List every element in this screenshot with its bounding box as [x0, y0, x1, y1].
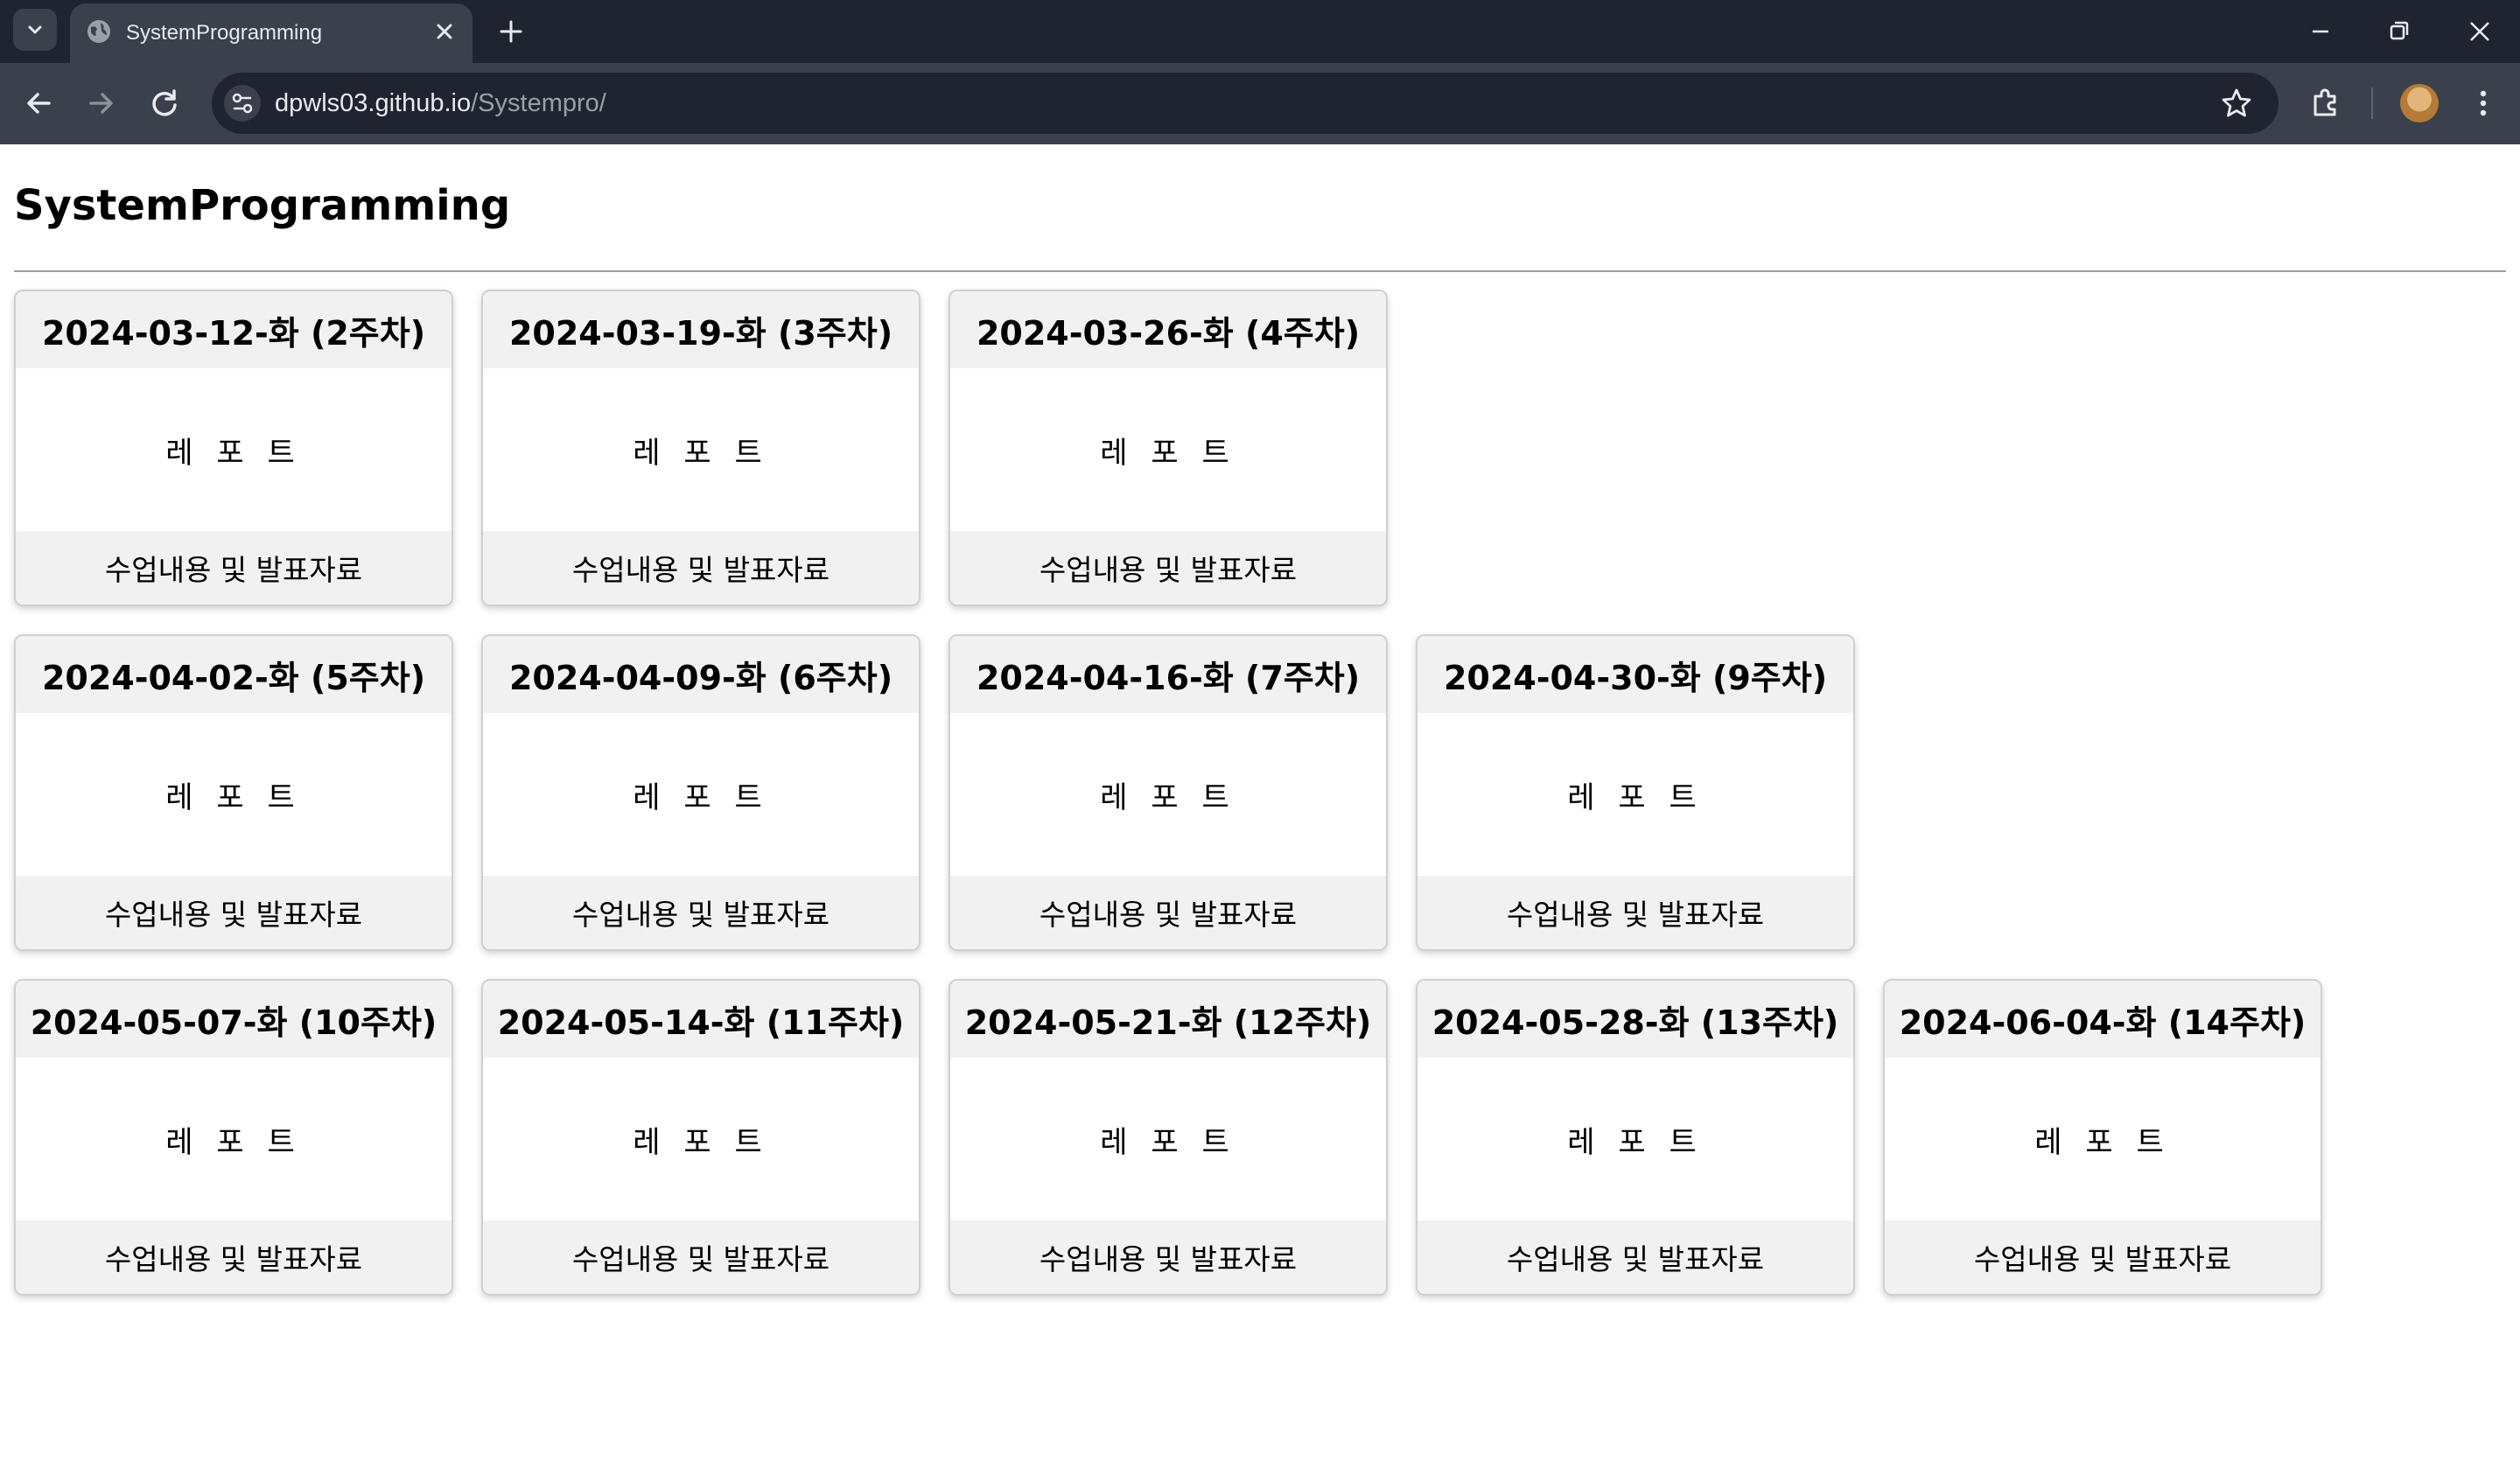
materials-link[interactable]: 수업내용 및 발표자료: [950, 876, 1386, 949]
week-card[interactable]: 2024-05-14-화 (11주차) 레 포 트 수업내용 및 발표자료: [481, 979, 920, 1296]
card-date-header: 2024-04-30-화 (9주차): [1418, 636, 1853, 713]
materials-link[interactable]: 수업내용 및 발표자료: [1418, 1220, 1853, 1294]
card-row: 2024-04-02-화 (5주차) 레 포 트 수업내용 및 발표자료 2024-0…: [14, 634, 2506, 951]
card-date-header: 2024-04-09-화 (6주차): [483, 636, 919, 713]
week-card[interactable]: 2024-05-21-화 (12주차) 레 포 트 수업내용 및 발표자료: [948, 979, 1388, 1296]
tab-strip: SystemProgramming: [0, 0, 2520, 65]
card-date-header: 2024-05-28-화 (13주차): [1418, 981, 1853, 1058]
materials-link[interactable]: 수업내용 및 발표자료: [16, 531, 452, 605]
card-date-header: 2024-04-02-화 (5주차): [16, 636, 452, 713]
url-text: dpwls03.github.io/Systempro/: [275, 89, 606, 118]
materials-link[interactable]: 수업내용 및 발표자료: [950, 531, 1386, 605]
week-card[interactable]: 2024-04-16-화 (7주차) 레 포 트 수업내용 및 발표자료: [948, 634, 1388, 951]
week-card[interactable]: 2024-03-19-화 (3주차) 레 포 트 수업내용 및 발표자료: [481, 290, 920, 606]
week-card[interactable]: 2024-05-28-화 (13주차) 레 포 트 수업내용 및 발표자료: [1416, 979, 1855, 1296]
week-card[interactable]: 2024-04-09-화 (6주차) 레 포 트 수업내용 및 발표자료: [481, 634, 920, 951]
card-date-header: 2024-05-07-화 (10주차): [16, 981, 452, 1058]
card-date-header: 2024-05-14-화 (11주차): [483, 981, 919, 1058]
week-card[interactable]: 2024-05-07-화 (10주차) 레 포 트 수업내용 및 발표자료: [14, 979, 453, 1296]
forward-arrow-icon[interactable]: [80, 82, 122, 124]
minimize-icon[interactable]: [2301, 12, 2340, 51]
chevron-down-icon: [28, 25, 42, 34]
url-path: /Systempro/: [471, 89, 606, 117]
new-tab-icon[interactable]: [495, 16, 527, 47]
report-link[interactable]: 레 포 트: [483, 713, 919, 876]
card-date-header: 2024-05-21-화 (12주차): [950, 981, 1386, 1058]
week-card[interactable]: 2024-04-30-화 (9주차) 레 포 트 수업내용 및 발표자료: [1416, 634, 1855, 951]
report-link[interactable]: 레 포 트: [16, 1058, 452, 1220]
report-link[interactable]: 레 포 트: [1418, 1058, 1853, 1220]
week-card[interactable]: 2024-04-02-화 (5주차) 레 포 트 수업내용 및 발표자료: [14, 634, 453, 951]
page-title: SystemProgramming: [14, 181, 511, 230]
card-date-header: 2024-04-16-화 (7주차): [950, 636, 1386, 713]
card-date-header: 2024-06-04-화 (14주차): [1885, 981, 2320, 1058]
globe-icon: [88, 20, 110, 43]
materials-link[interactable]: 수업내용 및 발표자료: [483, 1220, 919, 1294]
materials-link[interactable]: 수업내용 및 발표자료: [950, 1220, 1386, 1294]
site-info-button[interactable]: [224, 85, 261, 122]
report-link[interactable]: 레 포 트: [1418, 713, 1853, 876]
week-card[interactable]: 2024-03-26-화 (4주차) 레 포 트 수업내용 및 발표자료: [948, 290, 1388, 606]
materials-link[interactable]: 수업내용 및 발표자료: [483, 876, 919, 949]
materials-link[interactable]: 수업내용 및 발표자료: [1418, 876, 1853, 949]
close-window-icon[interactable]: [2460, 12, 2499, 51]
report-link[interactable]: 레 포 트: [483, 1058, 919, 1220]
report-link[interactable]: 레 포 트: [1885, 1058, 2320, 1220]
report-link[interactable]: 레 포 트: [950, 1058, 1386, 1220]
materials-link[interactable]: 수업내용 및 발표자료: [16, 1220, 452, 1294]
profile-avatar[interactable]: [2400, 84, 2439, 122]
more-options-icon[interactable]: [2462, 82, 2504, 124]
report-link[interactable]: 레 포 트: [16, 368, 452, 531]
card-date-header: 2024-03-26-화 (4주차): [950, 291, 1386, 368]
browser-toolbar: dpwls03.github.io/Systempro/: [0, 63, 2520, 144]
back-arrow-icon[interactable]: [18, 82, 60, 124]
materials-link[interactable]: 수업내용 및 발표자료: [483, 531, 919, 605]
week-card[interactable]: 2024-06-04-화 (14주차) 레 포 트 수업내용 및 발표자료: [1883, 979, 2322, 1296]
toolbar-divider: [2371, 87, 2373, 119]
title-divider: [14, 270, 2506, 272]
card-row: 2024-03-12-화 (2주차) 레 포 트 수업내용 및 발표자료 2024-0…: [14, 290, 2506, 606]
report-link[interactable]: 레 포 트: [950, 713, 1386, 876]
report-link[interactable]: 레 포 트: [483, 368, 919, 531]
card-date-header: 2024-03-19-화 (3주차): [483, 291, 919, 368]
extensions-puzzle-icon[interactable]: [2305, 82, 2347, 124]
card-date-header: 2024-03-12-화 (2주차): [16, 291, 452, 368]
materials-link[interactable]: 수업내용 및 발표자료: [16, 876, 452, 949]
address-bar[interactable]: dpwls03.github.io/Systempro/: [212, 73, 2278, 134]
bookmark-star-icon[interactable]: [2219, 86, 2254, 121]
tab-search-button[interactable]: [13, 9, 57, 51]
close-tab-icon[interactable]: [434, 21, 455, 42]
report-link[interactable]: 레 포 트: [950, 368, 1386, 531]
tune-icon: [232, 93, 253, 114]
week-card-grid: 2024-03-12-화 (2주차) 레 포 트 수업내용 및 발표자료 2024-0…: [14, 290, 2506, 1324]
week-card[interactable]: 2024-03-12-화 (2주차) 레 포 트 수업내용 및 발표자료: [14, 290, 453, 606]
page-content: SystemProgramming 2024-03-12-화 (2주차) 레 포 …: [0, 144, 2520, 1482]
reload-icon[interactable]: [144, 82, 186, 124]
url-host: dpwls03.github.io: [275, 89, 472, 117]
restore-icon[interactable]: [2380, 12, 2418, 51]
tab-title: SystemProgramming: [126, 21, 323, 45]
card-row: 2024-05-07-화 (10주차) 레 포 트 수업내용 및 발표자료 2024-…: [14, 979, 2506, 1296]
browser-tab[interactable]: SystemProgramming: [70, 3, 472, 65]
report-link[interactable]: 레 포 트: [16, 713, 452, 876]
materials-link[interactable]: 수업내용 및 발표자료: [1885, 1220, 2320, 1294]
